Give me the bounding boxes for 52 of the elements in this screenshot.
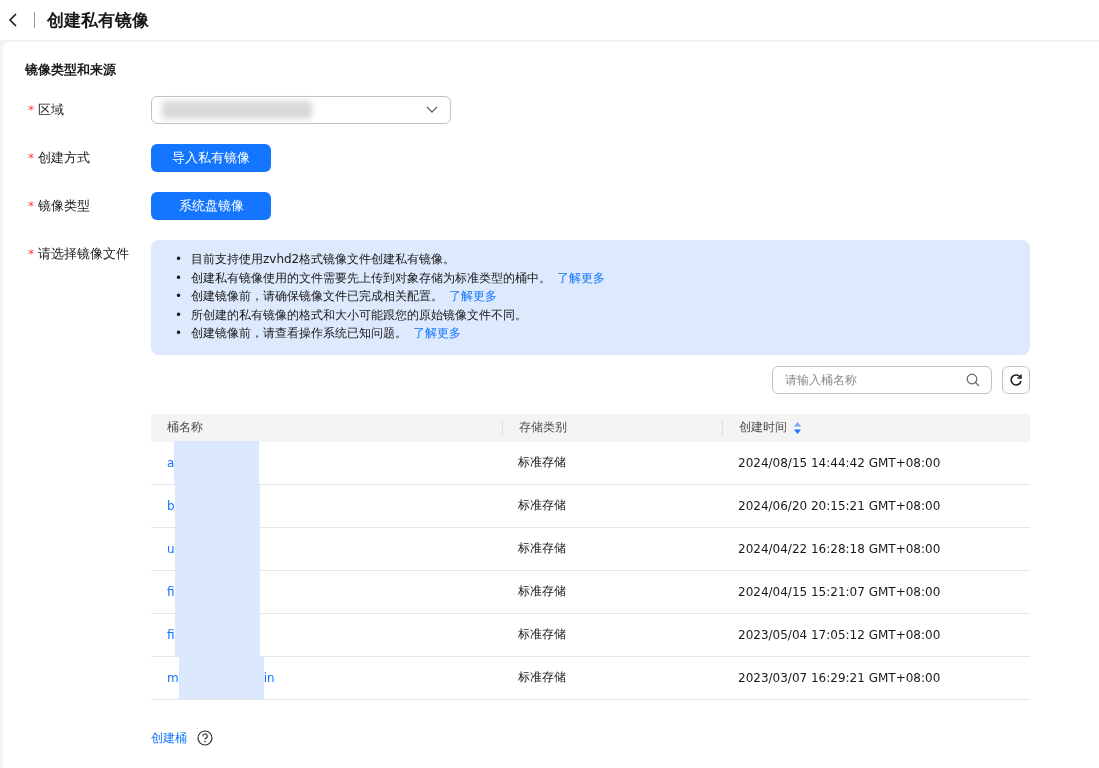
bucket-name-link[interactable]: in — [263, 670, 275, 685]
page-title: 创建私有镜像 — [47, 8, 149, 32]
refresh-icon — [1009, 372, 1023, 387]
bullet: • — [175, 288, 181, 305]
bullet: • — [175, 269, 181, 287]
notice-text: 创建镜像前，请确保镜像文件已完成相关配置。 了解更多 — [191, 288, 497, 305]
notice-text: 创建镜像前，请查看操作系统已知问题。 了解更多 — [191, 325, 461, 342]
bucket-name-link[interactable]: m — [167, 670, 179, 685]
option-button[interactable]: 导入私有镜像 — [151, 144, 271, 172]
bucket-name-link[interactable]: fi — [167, 627, 175, 642]
learn-more-link[interactable]: 了解更多 — [557, 270, 605, 285]
required-mark: * — [28, 103, 34, 117]
chevron-down-icon — [426, 106, 438, 114]
table-cell: 2023/03/07 16:29:21 GMT+08:00 — [738, 670, 941, 685]
search-field[interactable]: 请输入桶名称 — [772, 365, 992, 394]
bullet: • — [175, 306, 181, 324]
create-bucket-link[interactable]: 创建桶 — [151, 729, 187, 747]
notice-text: 创建私有镜像使用的文件需要先上传到对象存储为标准类型的桶中。 了解更多 — [191, 269, 605, 287]
table-cell: 标准存储 — [518, 540, 566, 557]
table-cell: 2024/04/22 16:28:18 GMT+08:00 — [738, 541, 941, 556]
bullet: • — [175, 325, 181, 342]
bucket-name-link[interactable]: a — [167, 455, 175, 470]
table-cell: 2024/08/15 14:44:42 GMT+08:00 — [738, 455, 941, 470]
option-button[interactable]: 系统盘镜像 — [151, 192, 271, 220]
refresh-button[interactable] — [1002, 365, 1030, 394]
section-title: 镜像类型和来源 — [25, 62, 117, 79]
table-cell: 标准存储 — [518, 626, 566, 643]
bullet: • — [175, 251, 181, 268]
notice-text: 目前支持使用zvhd2格式镜像文件创建私有镜像。 — [191, 251, 456, 268]
table-cell: 标准存储 — [518, 454, 566, 471]
required-mark: * — [28, 151, 34, 165]
table-cell: 2024/06/20 20:15:21 GMT+08:00 — [738, 498, 941, 513]
table-cell: 标准存储 — [518, 669, 566, 686]
field-label: 创建方式 — [38, 149, 90, 167]
table-cell: 标准存储 — [518, 497, 566, 514]
table-cell: 标准存储 — [518, 583, 566, 600]
field-label: 区域 — [38, 101, 64, 119]
required-mark: * — [28, 199, 34, 213]
sort-icon — [793, 420, 802, 435]
table-cell: 2023/05/04 17:05:12 GMT+08:00 — [738, 627, 941, 642]
search-icon[interactable] — [966, 372, 980, 387]
field-label: 请选择镜像文件 — [38, 245, 129, 263]
field-label: 镜像类型 — [38, 197, 90, 215]
learn-more-link[interactable]: 了解更多 — [449, 289, 497, 303]
table-cell: 2024/04/15 15:21:07 GMT+08:00 — [738, 584, 941, 599]
learn-more-link[interactable]: 了解更多 — [413, 326, 461, 340]
help-icon[interactable] — [197, 730, 213, 746]
required-mark: * — [28, 247, 34, 261]
bucket-name-link[interactable]: u — [167, 541, 175, 556]
bucket-name-link[interactable]: b — [167, 498, 175, 513]
notice-text: 所创建的私有镜像的格式和大小可能跟您的原始镜像文件不同。 — [191, 306, 527, 324]
bucket-name-link[interactable]: fi — [167, 584, 175, 599]
